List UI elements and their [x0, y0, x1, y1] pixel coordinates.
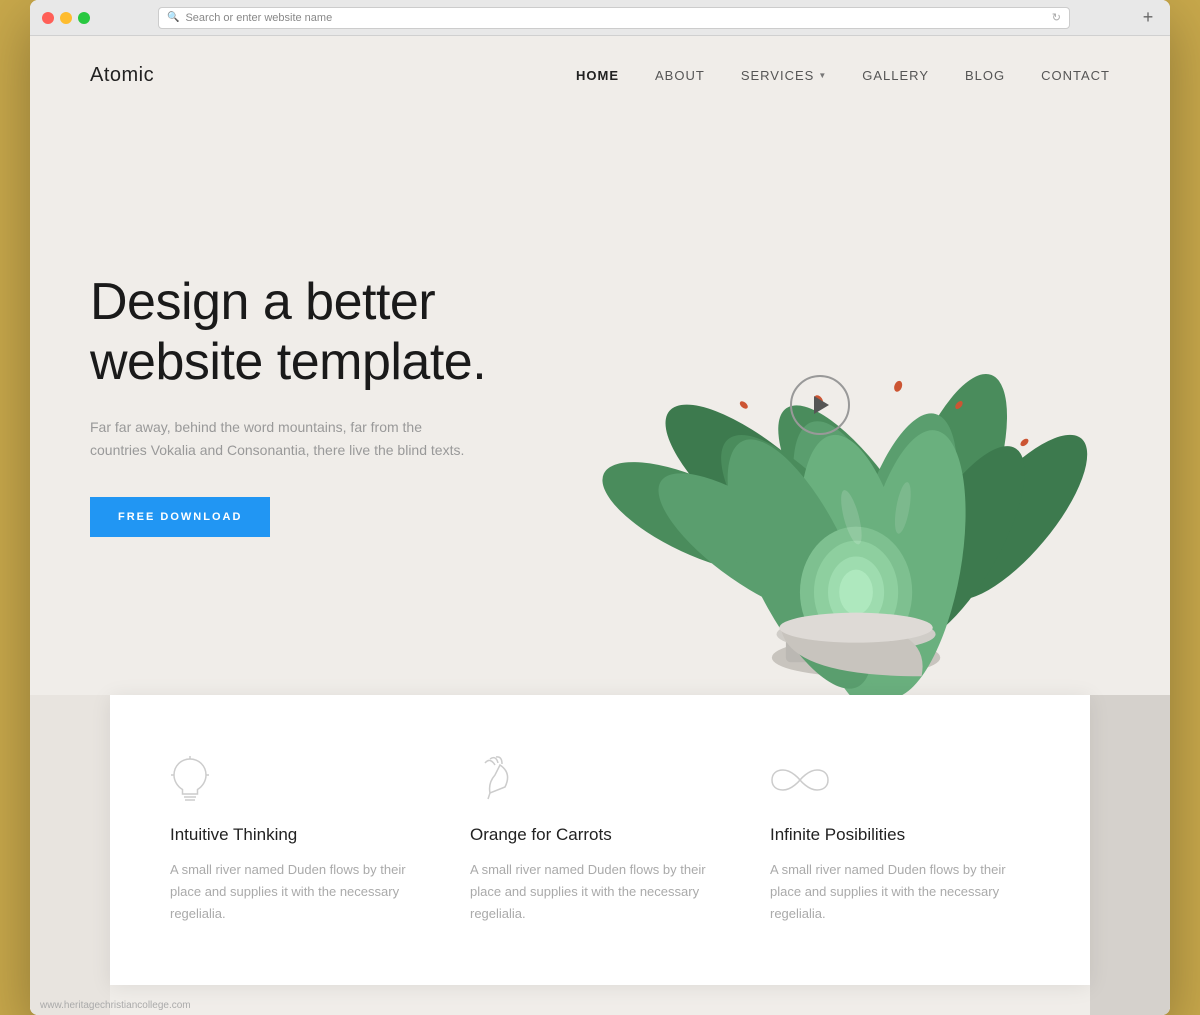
hero-title: Design a better website template.: [90, 273, 490, 393]
nav-link-gallery[interactable]: GALLERY: [862, 68, 929, 83]
nav-item-contact[interactable]: CONTACT: [1041, 67, 1110, 85]
left-strip: [30, 695, 110, 1015]
infinity-icon: [770, 755, 1030, 805]
nav-item-services[interactable]: SERVICES ▼: [741, 68, 826, 83]
infinity-svg: [770, 765, 830, 795]
watermark-text: www.heritagechristiancollege.com: [40, 1000, 191, 1011]
feature-infinite: Infinite Posibilities A small river name…: [770, 745, 1030, 935]
play-icon: [814, 396, 829, 414]
feature-desc-3: A small river named Duden flows by their…: [770, 859, 1030, 925]
hero-content: Design a better website template. Far fa…: [30, 213, 550, 597]
nav-item-blog[interactable]: BLOG: [965, 67, 1005, 85]
nav-link-blog[interactable]: BLOG: [965, 68, 1005, 83]
maximize-button[interactable]: [78, 12, 90, 24]
nav-item-home[interactable]: HOME: [576, 67, 619, 85]
hero-section: Design a better website template. Far fa…: [30, 115, 1170, 695]
play-button[interactable]: [790, 375, 850, 435]
hero-subtitle: Far far away, behind the word mountains,…: [90, 416, 470, 461]
feature-carrots: Orange for Carrots A small river named D…: [470, 745, 730, 935]
features-section: Intuitive Thinking A small river named D…: [110, 695, 1090, 985]
watermark: www.heritagechristiancollege.com: [40, 1000, 191, 1011]
browser-chrome: 🔍 Search or enter website name ↻ +: [30, 0, 1170, 36]
nav-links: HOME ABOUT SERVICES ▼ GALLERY BLOG: [576, 67, 1110, 85]
feature-title-3: Infinite Posibilities: [770, 825, 1030, 845]
search-icon: 🔍: [167, 12, 179, 23]
minimize-button[interactable]: [60, 12, 72, 24]
new-tab-button[interactable]: +: [1138, 8, 1158, 28]
carrot-svg: [470, 755, 520, 805]
browser-window: 🔍 Search or enter website name ↻ + Atomi…: [30, 0, 1170, 1015]
nav-link-services[interactable]: SERVICES: [741, 68, 815, 83]
nav-link-contact[interactable]: CONTACT: [1041, 68, 1110, 83]
free-download-button[interactable]: FREE DOWNLOAD: [90, 497, 270, 537]
feature-desc-1: A small river named Duden flows by their…: [170, 859, 430, 925]
address-bar[interactable]: 🔍 Search or enter website name ↻: [158, 7, 1070, 29]
website-content: Atomic HOME ABOUT SERVICES ▼ GALLERY: [30, 36, 1170, 1015]
carrot-icon: [470, 755, 730, 805]
feature-title-1: Intuitive Thinking: [170, 825, 430, 845]
site-logo[interactable]: Atomic: [90, 64, 154, 87]
feature-desc-2: A small river named Duden flows by their…: [470, 859, 730, 925]
chevron-down-icon: ▼: [818, 71, 826, 80]
address-text: Search or enter website name: [185, 12, 332, 24]
nav-item-gallery[interactable]: GALLERY: [862, 67, 929, 85]
feature-title-2: Orange for Carrots: [470, 825, 730, 845]
traffic-lights: [42, 12, 90, 24]
bulb-icon: [170, 755, 430, 805]
feature-intuitive: Intuitive Thinking A small river named D…: [170, 745, 430, 935]
nav-item-about[interactable]: ABOUT: [655, 67, 705, 85]
refresh-icon[interactable]: ↻: [1052, 11, 1061, 24]
nav-link-about[interactable]: ABOUT: [655, 68, 705, 83]
nav-link-home[interactable]: HOME: [576, 68, 619, 83]
right-strip: [1090, 695, 1170, 1015]
bulb-svg: [170, 755, 210, 805]
close-button[interactable]: [42, 12, 54, 24]
navigation: Atomic HOME ABOUT SERVICES ▼ GALLERY: [30, 36, 1170, 115]
